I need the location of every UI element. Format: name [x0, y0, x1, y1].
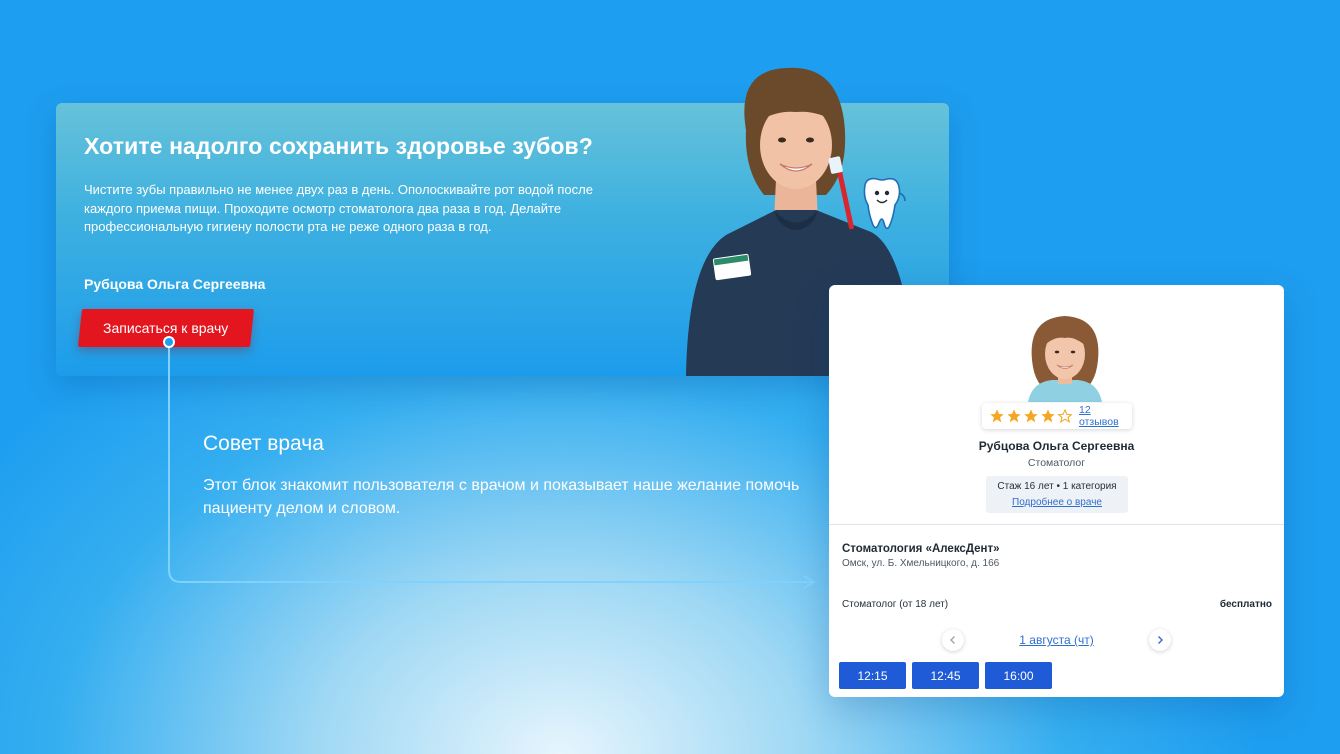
clinic-address: Омск, ул. Б. Хмельницкого, д. 166 [842, 558, 1000, 569]
advice-description: Этот блок знакомит пользователя с врачом… [203, 477, 800, 517]
time-slot-button[interactable]: 12:45 [912, 662, 979, 689]
doctor-avatar [1028, 316, 1102, 402]
rating-box: 12 отзывов [982, 403, 1132, 429]
card-doctor-name: Рубцова Ольга Сергеевна [978, 439, 1135, 453]
advice-title: Совет врача [203, 432, 324, 455]
star-icon [1007, 409, 1021, 423]
experience-box: Стаж 16 лет • 1 категория Подробнее о вр… [986, 476, 1128, 513]
book-appointment-button[interactable]: Записаться к врачу [78, 309, 254, 347]
rating-stars [989, 408, 1073, 424]
tooth-mascot-icon [863, 177, 906, 230]
service-name: Стоматолог (от 18 лет) [842, 599, 949, 610]
arrow-right-icon [803, 575, 816, 589]
service-price: бесплатно [1219, 599, 1272, 610]
doctor-profile-link[interactable]: Подробнее о враче [986, 497, 1128, 508]
doctor-card: 12 отзывов Рубцова Ольга Сергеевна Стома… [829, 285, 1284, 697]
time-slot-button[interactable]: 12:15 [839, 662, 906, 689]
clinic-name: Стоматология «АлексДент» [842, 543, 1000, 555]
card-divider [829, 524, 1284, 525]
star-icon [1024, 409, 1038, 423]
card-specialty: Стоматолог [1027, 457, 1086, 469]
star-outline-icon [1057, 408, 1073, 424]
reviews-link[interactable]: 12 отзывов [1079, 404, 1132, 428]
time-slots: 12:15 12:45 16:00 [839, 662, 1052, 689]
star-icon [1041, 409, 1055, 423]
book-appointment-label: Записаться к врачу [103, 320, 229, 336]
banner-doctor-name: Рубцова Ольга Сергеевна [84, 276, 266, 292]
time-slot-button[interactable]: 16:00 [985, 662, 1052, 689]
banner-text: Чистите зубы правильно не менее двух раз… [84, 182, 593, 234]
date-selector[interactable]: 1 августа (чт) [829, 633, 1284, 647]
banner-title: Хотите надолго сохранить здоровье зубов? [84, 133, 593, 159]
star-icon [990, 409, 1004, 423]
next-day-button[interactable] [1149, 629, 1171, 651]
experience-text: Стаж 16 лет • 1 категория [997, 481, 1117, 492]
chevron-right-icon [1158, 636, 1163, 644]
